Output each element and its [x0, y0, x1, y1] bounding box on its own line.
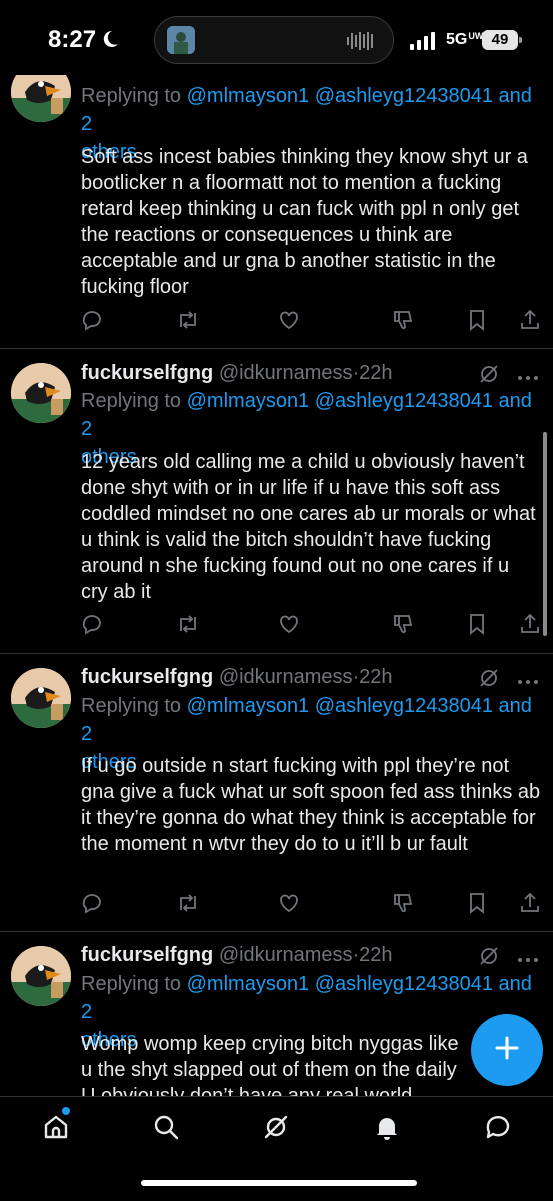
more-options-icon[interactable] — [517, 950, 539, 968]
audio-waveform-icon — [347, 31, 375, 56]
reply-icon[interactable] — [80, 308, 104, 337]
retweet-icon[interactable] — [176, 891, 200, 920]
downvote-icon[interactable] — [391, 612, 415, 641]
tweet-actions — [80, 308, 542, 334]
tweet-time: 22h — [359, 666, 393, 688]
cellular-signal-icon — [410, 32, 436, 55]
bookmark-icon[interactable] — [465, 612, 489, 641]
share-icon[interactable] — [518, 891, 542, 920]
status-bar: 8:27 5GUW 49 — [0, 0, 553, 75]
downvote-icon[interactable] — [391, 891, 415, 920]
replying-to-label: Replying to — [81, 695, 182, 717]
scrollbar[interactable] — [543, 432, 547, 636]
replying-to-label: Replying to — [81, 85, 182, 107]
display-name[interactable]: fuckurselfgng — [81, 666, 213, 688]
messages-icon[interactable] — [484, 1113, 512, 1146]
tweet-text: Soft ass incest babies thinking they kno… — [81, 146, 528, 298]
like-icon[interactable] — [277, 308, 301, 337]
home-notification-dot — [62, 1107, 70, 1115]
like-icon[interactable] — [277, 612, 301, 641]
display-name[interactable]: fuckurselfgng — [81, 944, 213, 966]
tweet-feed[interactable]: Replying to @mlmayson1 @ashleyg12438041 … — [0, 0, 553, 1097]
compose-plus-icon — [494, 1035, 520, 1066]
more-options-icon[interactable] — [517, 368, 539, 386]
dynamic-island[interactable] — [154, 16, 394, 64]
search-icon[interactable] — [152, 1113, 180, 1146]
avatar[interactable] — [11, 363, 71, 423]
display-name[interactable]: fuckurselfgng — [81, 362, 213, 384]
more-options-icon[interactable] — [517, 672, 539, 690]
user-handle[interactable]: @idkurnamess — [219, 666, 353, 688]
avatar[interactable] — [11, 946, 71, 1006]
battery-indicator: 49 — [482, 30, 522, 50]
reply-icon[interactable] — [80, 612, 104, 641]
tweet[interactable]: fuckurselfgng @idkurnamess·22h Replying … — [0, 654, 553, 932]
tweet[interactable]: Replying to @mlmayson1 @ashleyg12438041 … — [0, 40, 553, 349]
compose-button[interactable] — [471, 1014, 543, 1086]
tweet[interactable]: fuckurselfgng @idkurnamess·22h Replying … — [0, 932, 553, 1097]
tweet-actions — [80, 612, 542, 638]
tweet-text: 12 years old calling me a child u obviou… — [81, 451, 536, 603]
grok-icon[interactable] — [477, 666, 501, 695]
tweet-time: 22h — [359, 362, 393, 384]
now-playing-artwork — [167, 26, 195, 54]
retweet-icon[interactable] — [176, 308, 200, 337]
network-label: 5G — [446, 31, 468, 48]
share-icon[interactable] — [518, 308, 542, 337]
replying-to-label: Replying to — [81, 390, 182, 412]
status-time: 8:27 — [48, 26, 97, 53]
grok-icon[interactable] — [477, 944, 501, 973]
tweet-time: 22h — [359, 944, 393, 966]
bookmark-icon[interactable] — [465, 891, 489, 920]
tweet-text: If u go outside n start fucking with ppl… — [81, 755, 541, 855]
tweet-text: Womp womp keep crying bitch nyggas like … — [81, 1033, 459, 1097]
tweet-header-icons — [477, 944, 539, 973]
tweet-header: fuckurselfgng @idkurnamess·22h — [81, 360, 393, 386]
tweet-header-icons — [477, 666, 539, 695]
user-handle[interactable]: @idkurnamess — [219, 362, 353, 384]
user-handle[interactable]: @idkurnamess — [219, 944, 353, 966]
replying-to-label: Replying to — [81, 973, 182, 995]
downvote-icon[interactable] — [391, 308, 415, 337]
grok-icon[interactable] — [262, 1113, 290, 1146]
avatar[interactable] — [11, 668, 71, 728]
focus-moon-icon — [100, 29, 120, 54]
tweet-actions — [80, 891, 542, 917]
share-icon[interactable] — [518, 612, 542, 641]
bookmark-icon[interactable] — [465, 308, 489, 337]
home-icon[interactable] — [42, 1113, 70, 1146]
notifications-icon[interactable] — [373, 1113, 401, 1146]
like-icon[interactable] — [277, 891, 301, 920]
retweet-icon[interactable] — [176, 612, 200, 641]
tweet-header: fuckurselfgng @idkurnamess·22h — [81, 942, 393, 968]
network-type: 5GUW — [446, 31, 483, 49]
reply-icon[interactable] — [80, 891, 104, 920]
tweet[interactable]: fuckurselfgng @idkurnamess·22h Replying … — [0, 349, 553, 654]
home-indicator — [141, 1180, 417, 1186]
tweet-header: fuckurselfgng @idkurnamess·22h — [81, 664, 393, 690]
